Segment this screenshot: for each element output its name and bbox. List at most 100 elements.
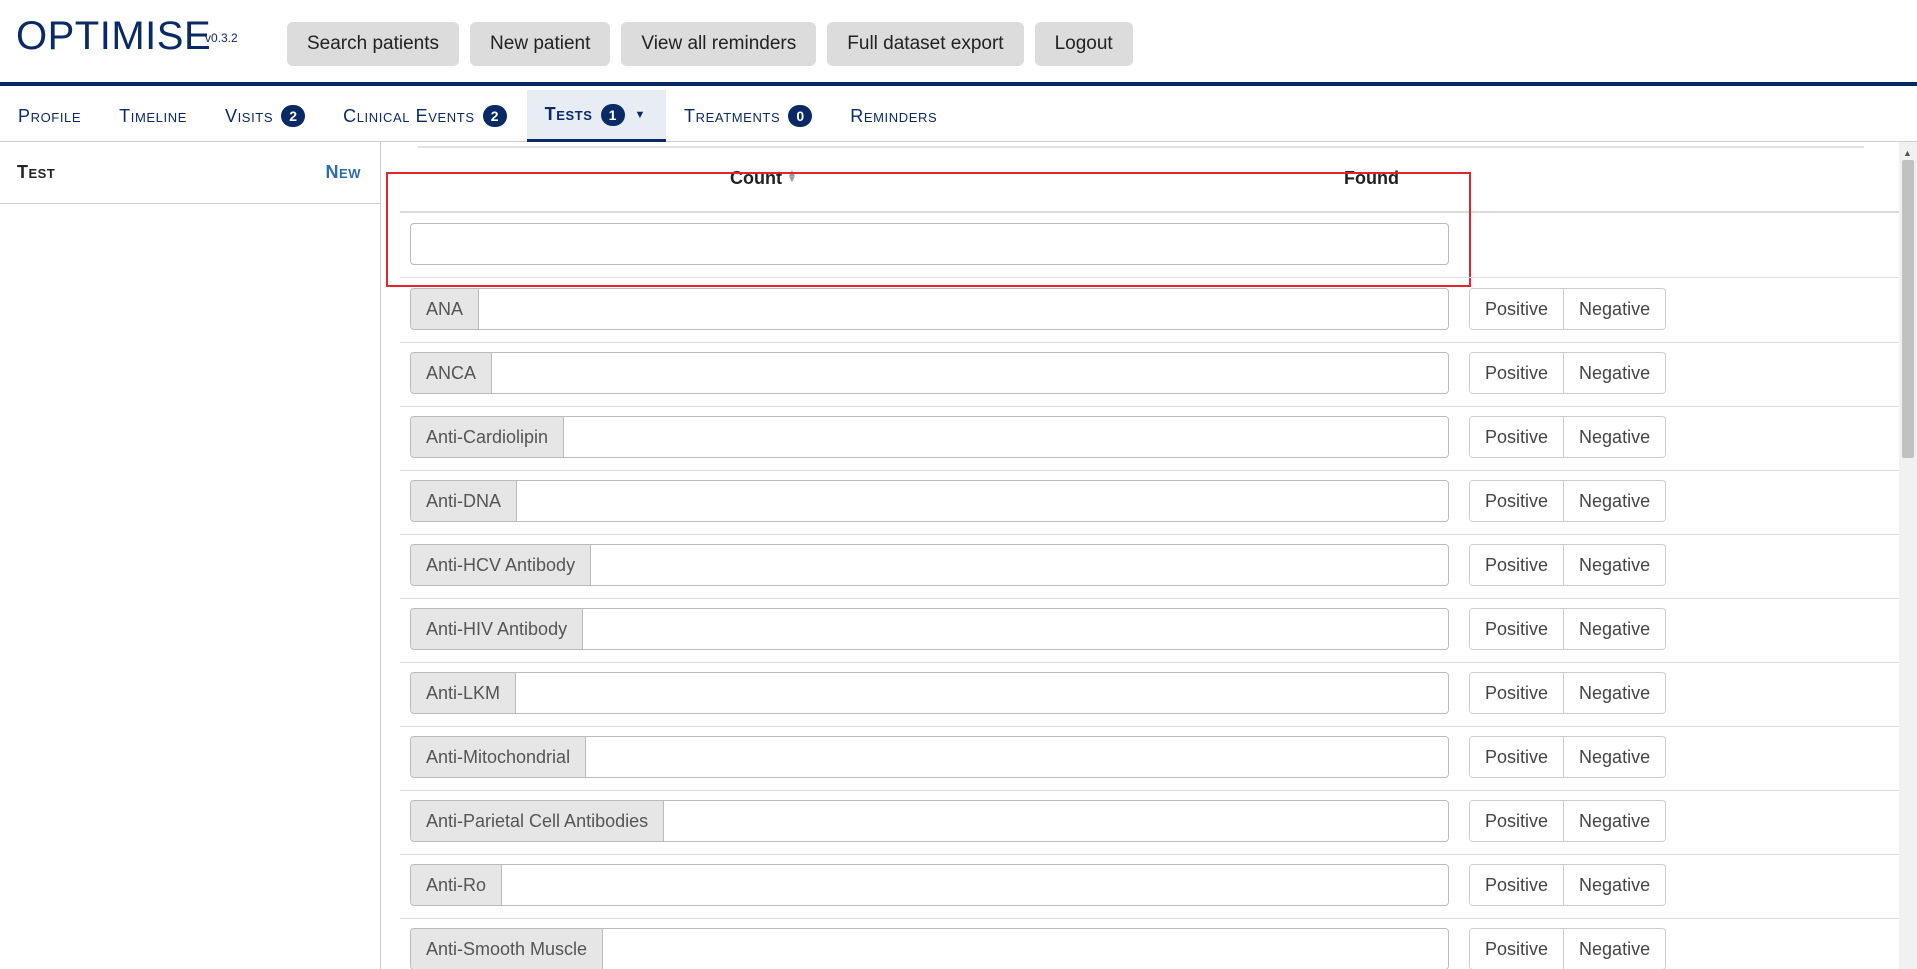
sidebar-title: Test [17,162,56,182]
negative-button[interactable]: Negative [1563,929,1666,969]
count-column-header[interactable]: Count ▲ ▼ [730,168,797,189]
full-dataset-export-button[interactable]: Full dataset export [827,22,1024,66]
negative-button[interactable]: Negative [1563,481,1666,521]
found-toggle: Positive Negative [1469,672,1667,714]
search-patients-button[interactable]: Search patients [287,22,460,66]
count-input[interactable] [517,481,1448,521]
count-badge: 2 [482,105,507,127]
count-input[interactable] [603,929,1448,969]
negative-button[interactable]: Negative [1563,673,1666,713]
table-row: Anti-LKM Positive Negative [400,663,1899,727]
count-input-group: Anti-Smooth Muscle [410,928,1449,969]
positive-button[interactable]: Positive [1470,545,1564,585]
logout-button[interactable]: Logout [1034,22,1133,66]
negative-button[interactable]: Negative [1563,801,1666,841]
test-name-label: ANA [411,289,480,329]
negative-button[interactable]: Negative [1563,545,1666,585]
count-input-group: Anti-HCV Antibody [410,544,1449,586]
count-badge: 2 [281,105,306,127]
positive-button[interactable]: Positive [1470,865,1564,905]
tab-tests[interactable]: Tests 1 ▼ [526,90,667,142]
positive-button[interactable]: Positive [1470,801,1564,841]
negative-button[interactable]: Negative [1563,417,1666,457]
found-toggle: Positive Negative [1469,928,1667,969]
tab-label: Timeline [119,105,187,126]
tab-clinical-events[interactable]: Clinical Events 2 [325,90,526,142]
table-row: Anti-HIV Antibody Positive Negative [400,599,1899,663]
positive-button[interactable]: Positive [1470,417,1564,457]
positive-button[interactable]: Positive [1470,737,1564,777]
count-input[interactable] [479,289,1448,329]
count-input-group: Anti-Ro [410,864,1449,906]
count-input[interactable] [564,417,1448,457]
view-all-reminders-button[interactable]: View all reminders [621,22,817,66]
top-nav: Search patients New patient View all rem… [287,22,1133,66]
positive-button[interactable]: Positive [1470,353,1564,393]
count-input-group: Anti-HIV Antibody [410,608,1449,650]
positive-button[interactable]: Positive [1470,929,1564,969]
count-input[interactable] [502,865,1448,905]
tab-label: Tests [544,104,593,124]
tab-visits[interactable]: Visits 2 [207,90,325,142]
test-name-label: Anti-Cardiolipin [411,417,565,457]
vertical-scrollbar[interactable]: ▲ [1899,142,1917,969]
found-toggle: Positive Negative [1469,416,1667,458]
count-input[interactable] [492,353,1448,393]
negative-button[interactable]: Negative [1563,353,1666,393]
tab-label: Clinical Events [343,105,475,126]
negative-button[interactable]: Negative [1563,289,1666,329]
count-input-group: ANCA [410,352,1449,394]
count-input-group: Anti-DNA [410,480,1449,522]
new-patient-button[interactable]: New patient [470,22,611,66]
app-logo[interactable]: OPTIMISE [16,14,211,59]
scrollbar-thumb[interactable] [1902,160,1914,458]
tab-label: Reminders [850,105,938,126]
negative-button[interactable]: Negative [1563,737,1666,777]
count-input-group: ANA [410,288,1449,330]
tests-panel: Count ▲ ▼ Found ANA Positive Negative ANCA Pos… [382,142,1899,969]
negative-button[interactable]: Negative [1563,865,1666,905]
test-name-label: Anti-HCV Antibody [411,545,592,585]
count-input[interactable] [583,609,1448,649]
test-name-label: Anti-Mitochondrial [411,737,587,777]
tab-treatments[interactable]: Treatments 0 [666,90,832,142]
new-test-link[interactable]: New [326,162,361,183]
count-input[interactable] [586,737,1448,777]
table-row: Anti-Smooth Muscle Positive Negative [400,919,1899,969]
table-row: Anti-Parietal Cell Antibodies Positive Neg… [400,791,1899,855]
count-input[interactable] [516,673,1448,713]
sidebar-header: Test New [0,142,380,204]
table-row: Anti-Ro Positive Negative [400,855,1899,919]
test-name-label: Anti-LKM [411,673,517,713]
app-header: OPTIMISE v0.3.2 Search patients New pati… [0,0,1917,86]
positive-button[interactable]: Positive [1470,673,1564,713]
negative-button[interactable]: Negative [1563,609,1666,649]
count-filter-input[interactable] [410,223,1449,265]
count-badge: 1 [600,103,625,126]
positive-button[interactable]: Positive [1470,609,1564,649]
count-input[interactable] [664,801,1448,841]
test-name-label: Anti-DNA [411,481,518,521]
tab-profile[interactable]: Profile [0,90,101,142]
positive-button[interactable]: Positive [1470,289,1564,329]
table-row: ANA Positive Negative [400,279,1899,343]
test-name-label: Anti-HIV Antibody [411,609,584,649]
tab-timeline[interactable]: Timeline [101,90,207,142]
positive-button[interactable]: Positive [1470,481,1564,521]
count-badge: 0 [788,105,813,127]
tab-label: Visits [224,105,274,126]
found-toggle: Positive Negative [1469,736,1667,778]
divider [400,277,1899,278]
count-input-group: Anti-Cardiolipin [410,416,1449,458]
found-toggle: Positive Negative [1469,288,1667,330]
test-name-label: ANCA [411,353,493,393]
count-input[interactable] [591,545,1448,585]
table-row: Anti-DNA Positive Negative [400,471,1899,535]
tab-label: Profile [18,105,82,126]
table-row: ANCA Positive Negative [400,343,1899,407]
scroll-up-icon[interactable]: ▲ [1903,148,1912,158]
caret-down-icon[interactable]: ▼ [635,109,647,121]
count-header-label: Count [730,168,782,188]
tab-reminders[interactable]: Reminders [832,90,957,142]
count-input-group: Anti-LKM [410,672,1449,714]
